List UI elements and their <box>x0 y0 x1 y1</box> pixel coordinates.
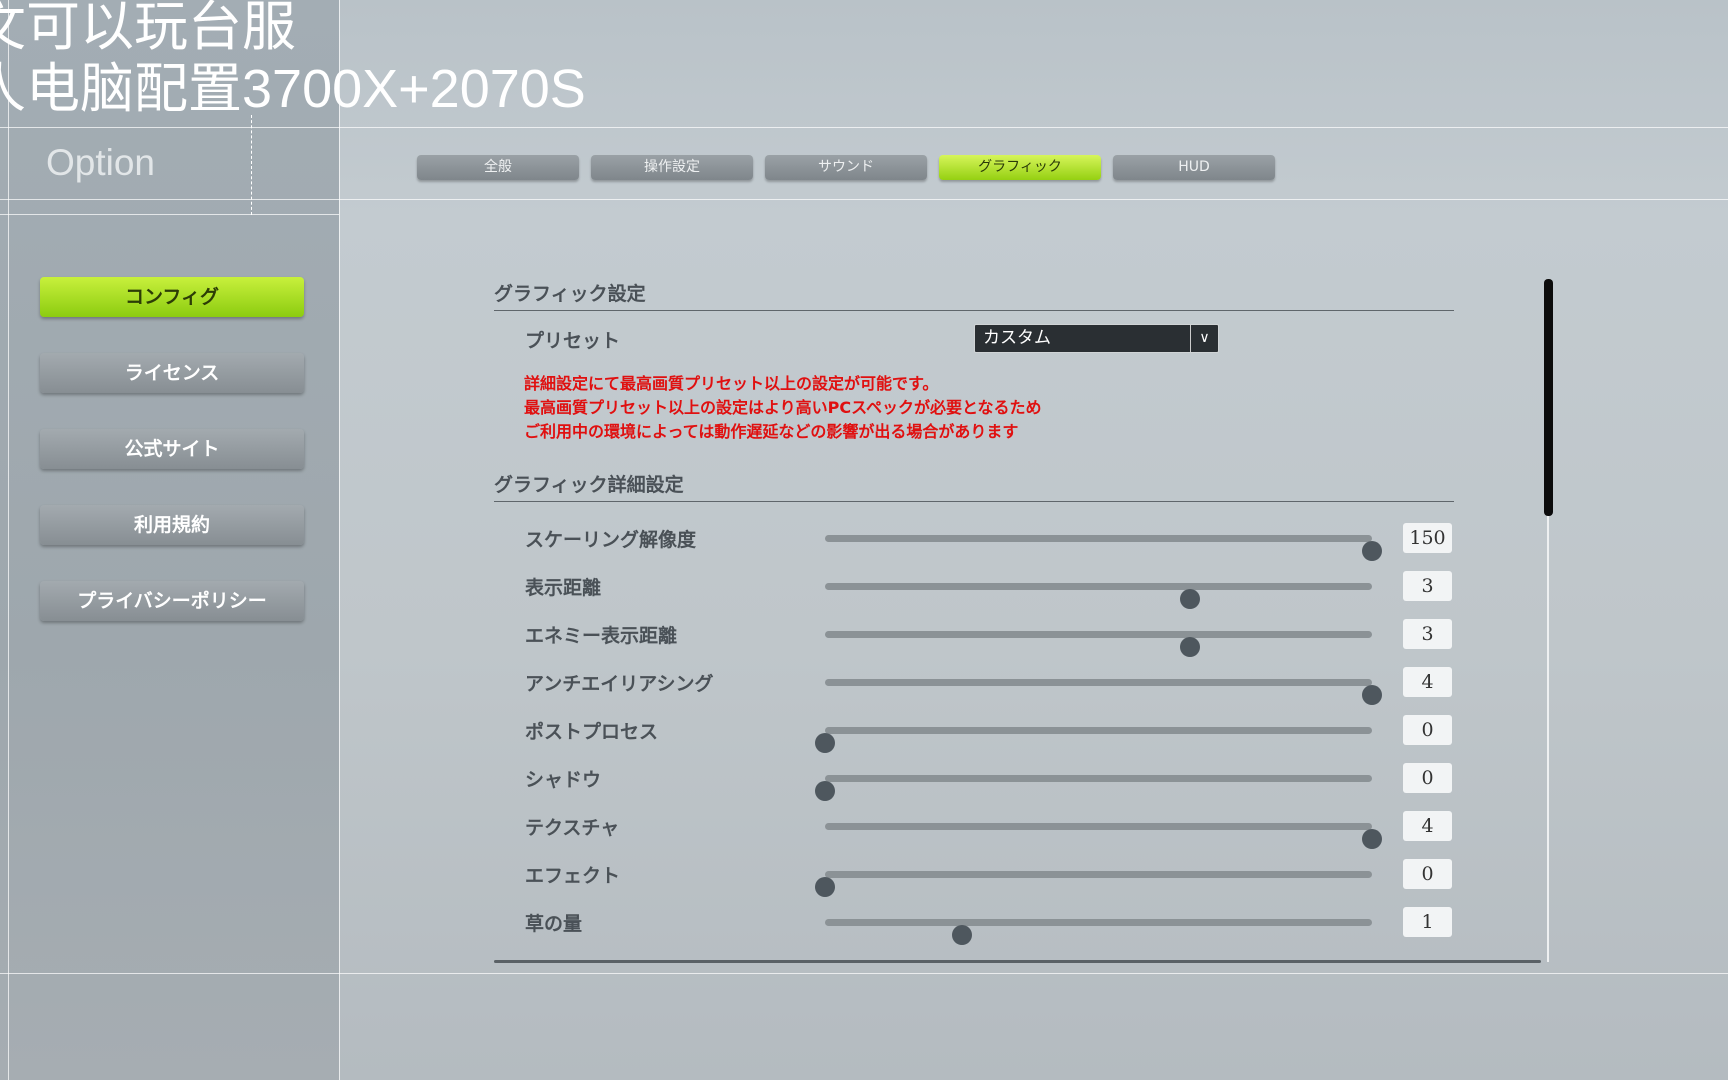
slider-handle[interactable] <box>1362 541 1382 561</box>
divider <box>0 973 1728 974</box>
chevron-down-icon[interactable]: ∨ <box>1190 325 1218 352</box>
preset-value: カスタム <box>983 328 1051 348</box>
slider-track[interactable] <box>825 535 1382 561</box>
slider-handle[interactable] <box>951 925 972 945</box>
tab-general[interactable]: 全般 <box>417 155 579 180</box>
overlay-caption-line2: 人电脑配置3700X+2070S <box>0 59 586 119</box>
slider-value[interactable]: 0 <box>1403 715 1452 745</box>
slider-row: エネミー表示距離 3 <box>0 619 1728 657</box>
slider-value[interactable]: 3 <box>1403 619 1452 649</box>
slider-track[interactable] <box>825 631 1372 657</box>
slider-handle[interactable] <box>1362 829 1382 849</box>
sidebar-item-official-site[interactable]: 公式サイト <box>40 429 304 469</box>
tab-hud[interactable]: HUD <box>1113 155 1275 180</box>
slider-track[interactable] <box>815 871 1372 897</box>
slider-label: 草の量 <box>525 913 583 935</box>
slider-label: エフェクト <box>525 865 621 887</box>
tab-sound[interactable]: サウンド <box>765 155 927 180</box>
slider-track[interactable] <box>815 727 1372 753</box>
overlay-text: 人电脑配置 <box>0 57 242 120</box>
slider-label: シャドウ <box>525 769 602 791</box>
slider-value[interactable]: 4 <box>1403 811 1452 841</box>
tab-controls[interactable]: 操作設定 <box>591 155 753 180</box>
slider-row: スケーリング解像度 150 <box>0 523 1728 561</box>
divider <box>0 199 1728 200</box>
slider-row: 表示距離 3 <box>0 571 1728 609</box>
scrollbar-thumb[interactable] <box>1544 279 1553 516</box>
slider-row: アンチエイリアシング 4 <box>0 667 1728 705</box>
sidebar-item-config[interactable]: コンフィグ <box>40 277 304 317</box>
overlay-caption-line1: 文可以玩台服 <box>0 0 296 58</box>
page-title: Option <box>46 142 156 183</box>
divider <box>494 960 1541 963</box>
slider-value[interactable]: 150 <box>1403 523 1452 553</box>
slider-track[interactable] <box>825 583 1372 609</box>
divider <box>0 214 339 215</box>
slider-value[interactable]: 0 <box>1403 859 1452 889</box>
warning-text: 最高画質プリセット以上の設定はより高いPCスペックが必要となるため <box>524 398 1042 417</box>
slider-handle[interactable] <box>815 781 835 801</box>
tab-graphics[interactable]: グラフィック <box>939 155 1101 180</box>
slider-label: 表示距離 <box>525 577 602 599</box>
warning-text: ご利用中の環境によっては動作遅延などの影響が出る場合があります <box>524 422 1019 441</box>
slider-value[interactable]: 1 <box>1403 907 1452 937</box>
preset-label: プリセット <box>525 330 621 352</box>
slider-track[interactable] <box>815 775 1372 801</box>
slider-handle[interactable] <box>1179 637 1200 657</box>
slider-track[interactable] <box>825 919 1372 945</box>
slider-track[interactable] <box>825 679 1382 705</box>
slider-value[interactable]: 0 <box>1403 763 1452 793</box>
sidebar-item-license[interactable]: ライセンス <box>40 353 304 393</box>
slider-label: スケーリング解像度 <box>525 529 697 551</box>
slider-row: ポストプロセス 0 <box>0 715 1728 753</box>
section-graphics-detail: グラフィック詳細設定 <box>494 470 1454 502</box>
section-graphics-settings: グラフィック設定 <box>494 279 1454 311</box>
slider-label: ポストプロセス <box>525 721 659 743</box>
slider-label: テクスチャ <box>525 817 620 839</box>
divider <box>0 127 1728 128</box>
overlay-spec: 3700X+2070S <box>242 59 586 119</box>
warning-text: 詳細設定にて最高画質プリセット以上の設定が可能です。 <box>524 374 939 393</box>
slider-track[interactable] <box>825 823 1382 849</box>
slider-handle[interactable] <box>1362 685 1382 705</box>
preset-dropdown[interactable]: カスタム ∨ <box>974 324 1219 353</box>
slider-row: エフェクト 0 <box>0 859 1728 897</box>
divider <box>251 115 252 215</box>
slider-row: 草の量 1 <box>0 907 1728 945</box>
slider-row: テクスチャ 4 <box>0 811 1728 849</box>
slider-handle[interactable] <box>815 877 835 897</box>
slider-value[interactable]: 3 <box>1403 571 1452 601</box>
slider-label: エネミー表示距離 <box>525 625 678 647</box>
slider-handle[interactable] <box>815 733 835 753</box>
slider-label: アンチエイリアシング <box>525 673 714 695</box>
slider-row: シャドウ 0 <box>0 763 1728 801</box>
slider-value[interactable]: 4 <box>1403 667 1452 697</box>
slider-handle[interactable] <box>1179 589 1200 609</box>
